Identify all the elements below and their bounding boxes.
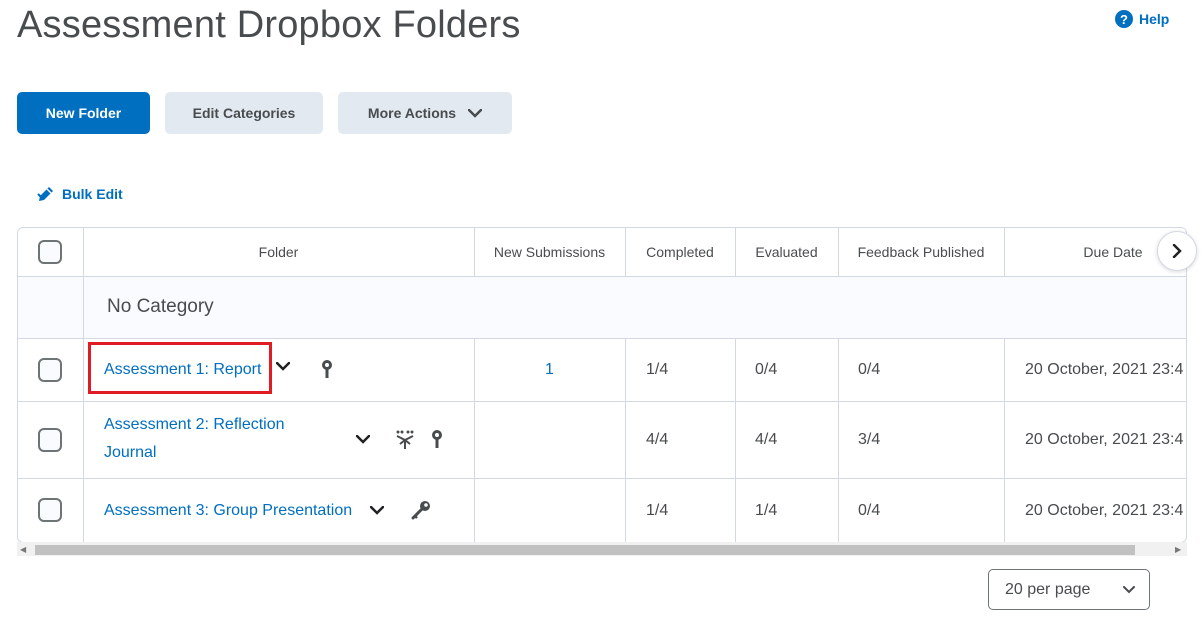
column-header-new-submissions[interactable]: New Submissions: [474, 228, 625, 276]
due-date-value: 20 October, 2021 23:4: [1025, 430, 1184, 448]
column-header-folder[interactable]: Folder: [83, 228, 474, 276]
folder-link[interactable]: Assessment 3: Group Presentation: [104, 478, 352, 542]
help-icon: ?: [1115, 10, 1133, 28]
page-title: Assessment Dropbox Folders: [17, 4, 521, 46]
row-checkbox[interactable]: [38, 358, 62, 382]
folder-link[interactable]: Assessment 2: Reflection Journal: [104, 411, 304, 467]
evaluated-value: 4/4: [755, 430, 778, 448]
chevron-down-icon: [370, 506, 384, 515]
special-access-icon[interactable]: [430, 429, 444, 449]
scrollbar-thumb[interactable]: [35, 545, 1135, 555]
feedback-published-value: 0/4: [858, 360, 881, 378]
due-date-value: 20 October, 2021 23:4: [1025, 360, 1184, 378]
completed-value: 4/4: [646, 430, 669, 448]
folder-actions-chevron[interactable]: [370, 506, 384, 515]
chevron-down-icon: [468, 108, 483, 118]
chevron-down-icon: [356, 435, 370, 444]
due-date-value: 20 October, 2021 23:4: [1025, 502, 1184, 519]
pencil-edit-icon: [37, 187, 53, 201]
bulk-edit-label: Bulk Edit: [62, 186, 123, 202]
special-access-icon[interactable]: [320, 359, 334, 379]
folder-actions-chevron[interactable]: [276, 362, 290, 371]
help-link[interactable]: ? Help: [1115, 10, 1169, 28]
more-actions-label: More Actions: [367, 105, 457, 121]
row-checkbox[interactable]: [38, 428, 62, 452]
evaluated-value: 0/4: [755, 360, 778, 378]
help-label: Help: [1139, 11, 1170, 27]
restrictions-key-icon[interactable]: [410, 500, 432, 520]
completed-value: 1/4: [646, 502, 669, 519]
folder-link-line2: Journal: [104, 444, 157, 461]
new-folder-button[interactable]: New Folder: [17, 92, 150, 134]
evaluated-value: 1/4: [755, 502, 778, 519]
scroll-left-arrow-icon[interactable]: ◀: [20, 545, 26, 554]
per-page-select[interactable]: 20 per page: [988, 569, 1150, 610]
highlight-box: [88, 342, 272, 394]
completed-value: 1/4: [646, 360, 669, 378]
edit-categories-button[interactable]: Edit Categories: [165, 92, 323, 134]
chevron-down-icon: [1123, 585, 1135, 593]
scroll-right-button[interactable]: [1157, 231, 1197, 271]
horizontal-scrollbar[interactable]: ◀ ▶: [17, 542, 1187, 556]
column-header-feedback-published[interactable]: Feedback Published: [838, 228, 1004, 276]
category-label: No Category: [107, 296, 214, 317]
row-checkbox[interactable]: [38, 498, 62, 522]
folder-link-line1: Assessment 2: Reflection: [104, 416, 285, 433]
select-all-checkbox[interactable]: [38, 240, 62, 264]
chevron-right-icon: [1172, 244, 1182, 258]
new-submissions-link[interactable]: 1: [474, 338, 625, 401]
chevron-down-icon: [276, 362, 290, 371]
more-actions-button[interactable]: More Actions: [338, 92, 512, 134]
scroll-right-arrow-icon[interactable]: ▶: [1175, 545, 1181, 554]
column-header-evaluated[interactable]: Evaluated: [735, 228, 838, 276]
folder-actions-chevron[interactable]: [356, 435, 370, 444]
feedback-published-value: 3/4: [858, 430, 881, 448]
per-page-value: 20 per page: [1005, 580, 1091, 598]
column-header-completed[interactable]: Completed: [625, 228, 735, 276]
feedback-published-value: 0/4: [858, 502, 881, 519]
release-conditions-icon[interactable]: [395, 430, 415, 450]
bulk-edit-link[interactable]: Bulk Edit: [36, 184, 123, 204]
